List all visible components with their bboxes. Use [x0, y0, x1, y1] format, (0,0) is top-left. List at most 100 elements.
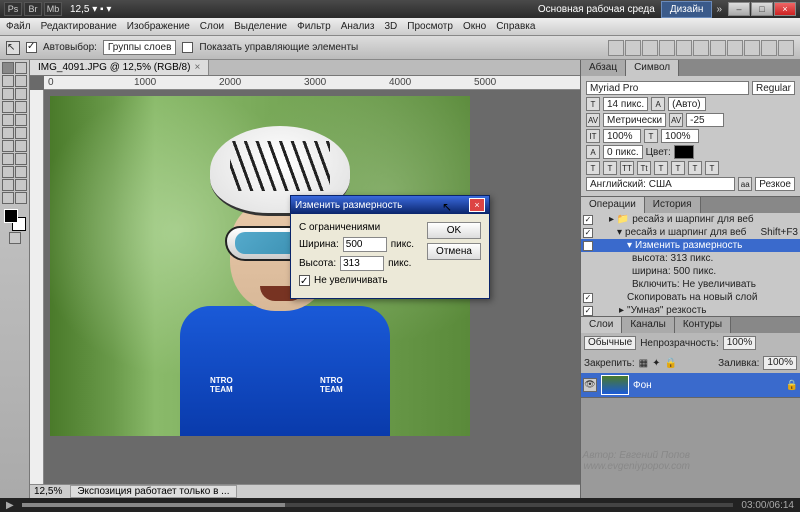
blend-mode-dropdown[interactable]: Обычные [584, 336, 636, 350]
brush-tool[interactable] [15, 101, 27, 113]
visibility-icon[interactable]: 👁 [583, 378, 597, 392]
opacity-field[interactable]: 100% [723, 336, 757, 350]
font-style-dropdown[interactable]: Regular [752, 81, 795, 95]
layer-row[interactable]: 👁 Фон 🔒 [581, 373, 800, 397]
dialog-titlebar[interactable]: Изменить размерность × [291, 196, 489, 214]
tab-paths[interactable]: Контуры [675, 317, 731, 333]
blur-tool[interactable] [2, 140, 14, 152]
align-icon[interactable] [778, 40, 794, 56]
path-tool[interactable] [2, 166, 14, 178]
menu-image[interactable]: Изображение [127, 21, 190, 32]
bridge-icon[interactable]: Br [24, 2, 42, 16]
pen-tool[interactable] [2, 153, 14, 165]
marquee-tool[interactable] [15, 62, 27, 74]
menu-analysis[interactable]: Анализ [341, 21, 375, 32]
type-tool[interactable] [15, 153, 27, 165]
align-icon[interactable] [642, 40, 658, 56]
ok-button[interactable]: OK [427, 222, 481, 239]
3d-tool[interactable] [2, 179, 14, 191]
style-caps[interactable]: TT [620, 161, 634, 175]
lasso-tool[interactable] [2, 75, 14, 87]
progress-bar[interactable] [22, 503, 734, 507]
tab-actions[interactable]: Операции [581, 197, 645, 213]
hscale-field[interactable]: 100% [661, 129, 699, 143]
font-size-field[interactable]: 14 пикс. [603, 97, 648, 111]
align-icon[interactable] [659, 40, 675, 56]
layer-name[interactable]: Фон [633, 380, 652, 391]
show-controls-checkbox[interactable] [182, 42, 193, 53]
eyedropper-tool[interactable] [15, 88, 27, 100]
tab-history[interactable]: История [645, 197, 701, 213]
tab-paragraph[interactable]: Абзац [581, 60, 626, 76]
maximize-button[interactable]: □ [751, 2, 773, 16]
action-check[interactable]: ✓ [583, 241, 593, 251]
menu-help[interactable]: Справка [496, 21, 535, 32]
autoselect-dropdown[interactable]: Группы слоев [103, 40, 176, 55]
stamp-tool[interactable] [2, 114, 14, 126]
text-color-swatch[interactable] [674, 145, 694, 159]
menu-filter[interactable]: Фильтр [297, 21, 331, 32]
action-step[interactable]: Скопировать на новый слой [627, 292, 798, 303]
mb-icon[interactable]: Mb [44, 2, 62, 16]
heal-tool[interactable] [2, 101, 14, 113]
style-underline[interactable]: T [688, 161, 702, 175]
cancel-button[interactable]: Отмена [427, 243, 481, 260]
align-icon[interactable] [744, 40, 760, 56]
menu-layer[interactable]: Слои [200, 21, 224, 32]
leading-field[interactable]: (Авто) [668, 97, 706, 111]
height-input[interactable] [340, 256, 384, 271]
menu-select[interactable]: Выделение [234, 21, 287, 32]
status-zoom[interactable]: 12,5% [34, 486, 62, 497]
action-check[interactable]: ✓ [583, 228, 593, 238]
tab-channels[interactable]: Каналы [622, 317, 675, 333]
zoom-indicator[interactable]: 12,5 ▾ ▪ ▾ [70, 4, 111, 15]
autoselect-checkbox[interactable] [26, 42, 37, 53]
close-tab-icon[interactable]: × [194, 62, 200, 73]
align-icon[interactable] [727, 40, 743, 56]
align-icon[interactable] [710, 40, 726, 56]
width-input[interactable] [343, 237, 387, 252]
style-italic[interactable]: T [603, 161, 617, 175]
status-info[interactable]: Экспозиция работает только в ... [70, 485, 236, 498]
eraser-tool[interactable] [2, 127, 14, 139]
dialog-close-button[interactable]: × [469, 198, 485, 212]
vscale-field[interactable]: 100% [603, 129, 641, 143]
baseline-field[interactable]: 0 пикс. [603, 145, 643, 159]
crop-tool[interactable] [2, 88, 14, 100]
align-icon[interactable] [676, 40, 692, 56]
move-tool[interactable] [2, 62, 14, 74]
style-sub[interactable]: T [671, 161, 685, 175]
lock-all-icon[interactable]: 🔒 [665, 358, 677, 369]
dodge-tool[interactable] [15, 140, 27, 152]
kerning-field[interactable]: Метрически [603, 113, 666, 127]
menu-3d[interactable]: 3D [384, 21, 397, 32]
font-family-dropdown[interactable]: Myriad Pro [586, 81, 749, 95]
play-icon[interactable]: ▶ [6, 500, 14, 511]
menu-edit[interactable]: Редактирование [41, 21, 117, 32]
menu-window[interactable]: Окно [463, 21, 486, 32]
menu-file[interactable]: Файл [6, 21, 31, 32]
align-icon[interactable] [625, 40, 641, 56]
shape-tool[interactable] [15, 166, 27, 178]
align-icon[interactable] [608, 40, 624, 56]
tab-character[interactable]: Символ [626, 60, 679, 76]
video-playbar[interactable]: ▶ 03:00 / 06:14 [0, 498, 800, 512]
align-icon[interactable] [693, 40, 709, 56]
style-strike[interactable]: T [705, 161, 719, 175]
minimize-button[interactable]: – [728, 2, 750, 16]
lock-pixels-icon[interactable]: ▦ [639, 358, 648, 369]
zoom-tool[interactable] [2, 192, 14, 204]
style-smallcaps[interactable]: Tt [637, 161, 651, 175]
wand-tool[interactable] [15, 75, 27, 87]
hand-tool[interactable] [15, 179, 27, 191]
history-brush-tool[interactable] [15, 114, 27, 126]
no-enlarge-checkbox[interactable]: ✓ [299, 275, 310, 286]
color-swatches[interactable] [4, 209, 26, 231]
menu-view[interactable]: Просмотр [407, 21, 453, 32]
quickmask-tool[interactable] [9, 232, 21, 244]
workspace-more-icon[interactable]: » [716, 4, 722, 15]
action-step[interactable]: "Умная" резкость [627, 305, 798, 316]
style-super[interactable]: T [654, 161, 668, 175]
antialias-dropdown[interactable]: Резкое [755, 177, 795, 191]
style-bold[interactable]: T [586, 161, 600, 175]
